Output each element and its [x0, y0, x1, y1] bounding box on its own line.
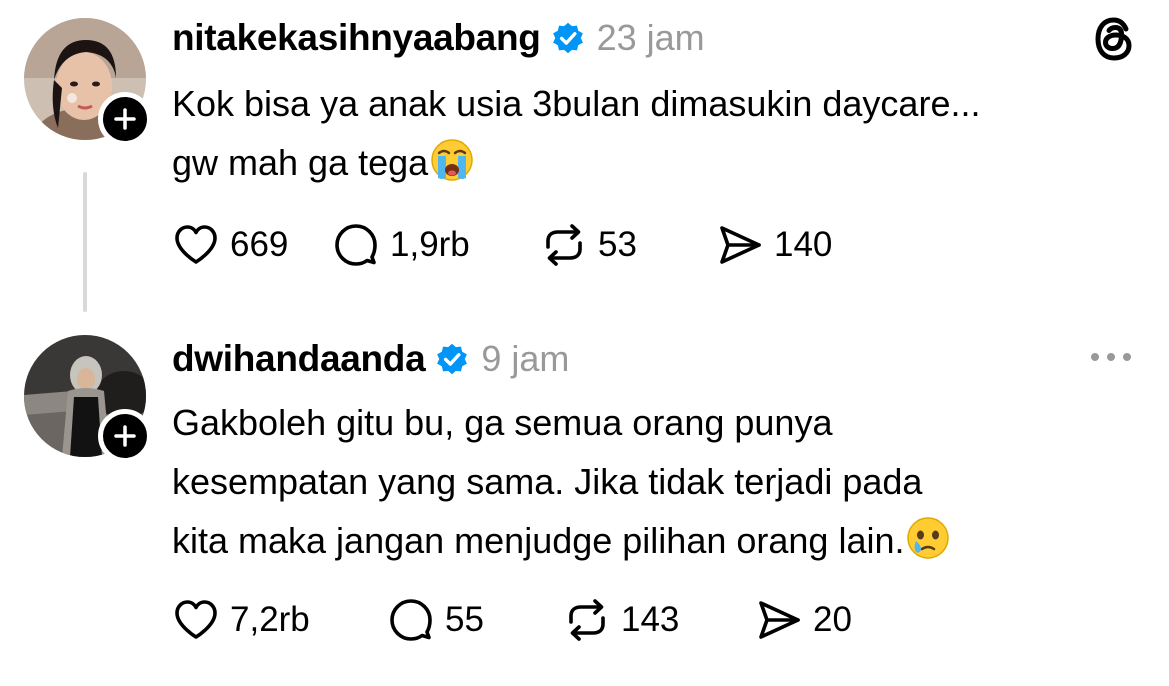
post-text-line: Kok bisa ya anak usia 3bulan dimasukin d… [172, 83, 981, 124]
thread-post-2: dwihandaanda 9 jam Gakboleh gitu bu, ga … [0, 325, 1169, 686]
heart-icon [175, 225, 217, 264]
like-button[interactable]: 7,2rb [172, 596, 387, 644]
like-count: 7,2rb [230, 600, 310, 639]
face-holding-back-tears-icon [907, 517, 950, 559]
repost-count: 143 [621, 600, 680, 639]
repost-button[interactable]: 143 [563, 596, 755, 644]
avatar-container [24, 335, 152, 463]
heart-icon [175, 600, 217, 639]
post-text-line: kesempatan yang sama. Jika tidak terjadi… [172, 461, 923, 502]
avatar-container [24, 18, 152, 146]
post-text-line: Gakboleh gitu bu, ga semua orang punya [172, 402, 833, 443]
share-button[interactable]: 20 [755, 596, 852, 644]
username[interactable]: nitakekasihnyaabang [172, 17, 541, 59]
share-icon [759, 601, 800, 639]
share-icon [720, 226, 761, 264]
comment-icon [390, 599, 432, 641]
post-actions: 669 1,9rb 53 140 [172, 221, 832, 269]
post-timestamp: 9 jam [481, 338, 570, 379]
post-header: dwihandaanda 9 jam [172, 335, 569, 383]
repost-icon [569, 599, 605, 641]
verified-badge-icon [437, 343, 468, 375]
thread-post-1: nitakekasihnyaabang 23 jam Kok bisa ya a… [0, 0, 1169, 325]
reply-count: 55 [445, 600, 484, 639]
follow-button[interactable] [98, 409, 152, 463]
post-text-line: kita maka jangan menjudge pilihan orang … [172, 520, 905, 561]
like-count: 669 [230, 225, 289, 264]
thread-connector-line [83, 172, 87, 312]
post-body: Gakboleh gitu bu, ga semua orang punya k… [172, 393, 950, 570]
reply-count: 1,9rb [390, 225, 470, 264]
post-text-line: gw mah ga tega [172, 142, 429, 183]
repost-icon [546, 224, 582, 266]
plus-icon [114, 425, 136, 447]
plus-icon [114, 108, 136, 130]
reply-button[interactable]: 55 [387, 596, 563, 644]
post-body: Kok bisa ya anak usia 3bulan dimasukin d… [172, 74, 980, 192]
post-timestamp: 23 jam [596, 17, 705, 58]
comment-icon [335, 224, 377, 266]
verified-badge-icon [552, 22, 583, 54]
repost-count: 53 [598, 225, 637, 264]
follow-button[interactable] [98, 92, 152, 146]
like-button[interactable]: 669 [172, 221, 332, 269]
repost-button[interactable]: 53 [540, 221, 716, 269]
post-text-line-with-emoji: gw mah ga tega [172, 133, 980, 192]
reply-button[interactable]: 1,9rb [332, 221, 540, 269]
post-text-line-with-emoji: kita maka jangan menjudge pilihan orang … [172, 511, 950, 570]
share-button[interactable]: 140 [716, 221, 832, 269]
loudly-crying-face-icon [431, 139, 473, 181]
username[interactable]: dwihandaanda [172, 338, 426, 380]
threads-logo-icon[interactable] [1092, 15, 1136, 63]
share-count: 20 [813, 600, 852, 639]
share-count: 140 [774, 225, 833, 264]
more-options-icon[interactable] [1087, 345, 1135, 369]
post-header: nitakekasihnyaabang 23 jam [172, 14, 705, 62]
post-actions: 7,2rb 55 143 20 [172, 596, 852, 644]
